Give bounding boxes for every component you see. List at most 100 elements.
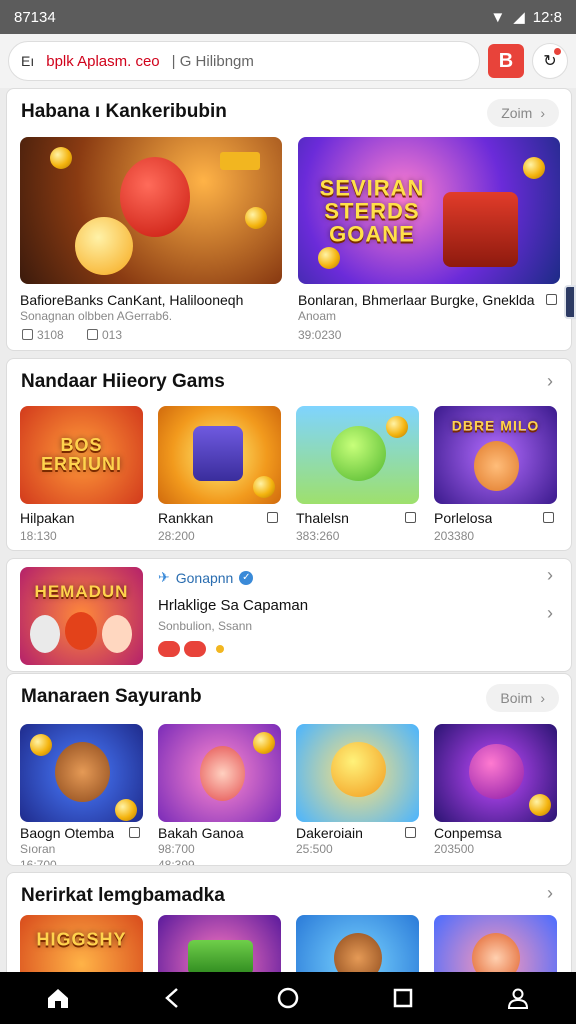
game-title[interactable]: Dakeroiain	[296, 825, 363, 841]
tab-switch-icon[interactable]: Eı	[21, 53, 34, 69]
game-thumbnail[interactable]	[20, 137, 282, 284]
game-stat: 39:0230	[298, 328, 342, 342]
thumbnail-art-text: DBRE MILO	[451, 417, 540, 434]
section-title: Manaraen Sayuranb	[21, 686, 202, 707]
game-thumbnail[interactable]: HEMADUN	[20, 567, 143, 665]
game-thumbnail[interactable]: HIGGSHY	[20, 915, 143, 972]
checkbox-icon	[87, 329, 98, 340]
red-badge-icon	[184, 641, 206, 657]
game-title[interactable]: Baogn Otemba	[20, 825, 114, 841]
circle-home-icon[interactable]	[268, 978, 308, 1018]
bookmark-icon[interactable]	[267, 512, 278, 523]
signal-icon: ◢	[513, 9, 525, 26]
status-battery-text: 12:8	[532, 8, 562, 26]
game-title[interactable]: Bonlaran, Bhmerlaar Burgke, Gneklda	[298, 292, 538, 308]
game-subtitle: 25:500	[296, 842, 333, 856]
see-all-label: Zoim	[501, 105, 533, 121]
section-title: Habana ı Kankeribubin	[21, 101, 227, 122]
game-subtitle: 98:700	[158, 842, 195, 856]
url-suffix: | G Hilibngm	[171, 52, 254, 70]
game-thumbnail[interactable]	[434, 724, 557, 822]
bookmark-icon[interactable]	[405, 512, 416, 523]
main-feed[interactable]: Habana ı Kankeribubin Zoim › SEVIRAN STE…	[0, 88, 576, 972]
thumbnail-art-text: BOS ERRIUNI	[40, 435, 122, 474]
see-all-label: Boim	[500, 690, 533, 706]
back-icon[interactable]	[153, 978, 193, 1018]
address-bar[interactable]: Eı bplk Aplasm. ceo | G Hilibngm	[8, 41, 480, 81]
game-title[interactable]: Hrlaklige Sa Capaman	[158, 597, 308, 614]
section-more-games: Nerirkat lemgbamadka › HIGGSHY	[6, 872, 572, 972]
game-subtitle: 16:700	[20, 858, 57, 866]
game-subtitle: 203380	[434, 529, 475, 543]
thumbnail-art-text: HEMADUN	[34, 581, 129, 601]
brand-button[interactable]: B	[488, 44, 524, 78]
game-title[interactable]: Hilpakan	[20, 510, 74, 526]
status-time: 87134	[14, 8, 56, 26]
game-thumbnail[interactable]	[434, 915, 557, 972]
notification-button[interactable]: ↻	[532, 43, 568, 79]
game-title[interactable]: Porlelosa	[434, 510, 492, 526]
section-history-games: Nandaar Hiieory Gams › BOS ERRIUNI DBRE …	[6, 358, 572, 551]
game-subtitle: Anoam	[298, 309, 337, 323]
bookmark-icon[interactable]	[546, 294, 557, 305]
game-subtitle: 18:130	[20, 529, 57, 543]
recents-icon[interactable]	[383, 978, 423, 1018]
game-thumbnail[interactable]	[296, 406, 419, 504]
url-text: bplk Aplasm. ceo	[46, 52, 160, 70]
game-subtitle: 28:200	[158, 529, 195, 543]
bookmark-icon[interactable]	[405, 827, 416, 838]
profile-icon[interactable]	[498, 978, 538, 1018]
browser-toolbar: Eı bplk Aplasm. ceo | G Hilibngm B ↻	[0, 34, 576, 88]
chevron-right-icon[interactable]: ›	[547, 883, 553, 904]
game-subtitle: 48:399	[158, 858, 195, 866]
bookmark-icon[interactable]	[129, 827, 140, 838]
status-bar: 87134 ▼ ◢ 12:8	[0, 0, 576, 34]
see-all-button[interactable]: Zoim ›	[487, 99, 559, 127]
game-thumbnail[interactable]: DBRE MILO	[434, 406, 557, 504]
badge-row	[158, 641, 224, 657]
notification-dot	[554, 48, 561, 55]
chevron-right-icon[interactable]: ›	[547, 371, 553, 392]
game-title[interactable]: Thalelsn	[296, 510, 349, 526]
thumbnail-art-text: HIGGSHY	[36, 929, 127, 950]
game-title[interactable]: Rankkan	[158, 510, 213, 526]
publisher-row[interactable]: ✈ Gonapnn ✓	[158, 569, 254, 586]
game-stat: 013	[87, 328, 122, 342]
chevron-right-icon[interactable]: ›	[547, 603, 553, 624]
chevron-right-icon: ›	[540, 690, 545, 706]
publisher-name: Gonapnn	[175, 569, 234, 586]
side-drawer-handle[interactable]	[564, 285, 576, 319]
coin-icon	[216, 645, 224, 653]
game-thumbnail[interactable]	[296, 915, 419, 972]
game-title[interactable]: BafioreBanks CanKant, Halilooneqh	[20, 292, 282, 308]
game-subtitle: Sonagnan olbben AGerrab6.	[20, 309, 173, 323]
game-thumbnail[interactable]	[296, 724, 419, 822]
game-thumbnail[interactable]: BOS ERRIUNI	[20, 406, 143, 504]
game-subtitle: 203500	[434, 842, 475, 856]
bookmark-icon[interactable]	[543, 512, 554, 523]
section-recommended: Manaraen Sayuranb Boim › Baogn Otemba Sı…	[6, 673, 572, 866]
checkbox-icon	[22, 329, 33, 340]
home-icon[interactable]	[38, 978, 78, 1018]
verified-icon: ✓	[239, 570, 254, 585]
see-all-button[interactable]: Boim ›	[486, 684, 559, 712]
game-thumbnail[interactable]	[20, 724, 143, 822]
wifi-icon: ▼	[490, 8, 506, 26]
chevron-right-icon[interactable]: ›	[547, 565, 553, 586]
section-featured: Habana ı Kankeribubin Zoim › SEVIRAN STE…	[6, 88, 572, 351]
thumbnail-art-text: SEVIRAN STERDS GOANE	[319, 174, 425, 247]
game-subtitle: 383:260	[296, 529, 340, 543]
featured-game-card[interactable]: HEMADUN ✈ Gonapnn ✓ Hrlaklige Sa Capaman…	[6, 558, 572, 672]
game-subtitle: Sıoran	[20, 842, 56, 856]
game-thumbnail[interactable]	[158, 724, 281, 822]
game-thumbnail[interactable]: SEVIRAN STERDS GOANE	[298, 137, 560, 284]
game-title[interactable]: Bakah Ganoa	[158, 825, 244, 841]
bird-icon: ✈	[158, 569, 170, 585]
section-title: Nandaar Hiieory Gams	[21, 371, 225, 392]
game-thumbnail[interactable]	[158, 406, 281, 504]
game-thumbnail[interactable]	[158, 915, 281, 972]
section-title: Nerirkat lemgbamadka	[21, 885, 225, 906]
game-title[interactable]: Conpemsa	[434, 825, 502, 841]
system-nav-bar	[0, 972, 576, 1024]
red-badge-icon	[158, 641, 180, 657]
